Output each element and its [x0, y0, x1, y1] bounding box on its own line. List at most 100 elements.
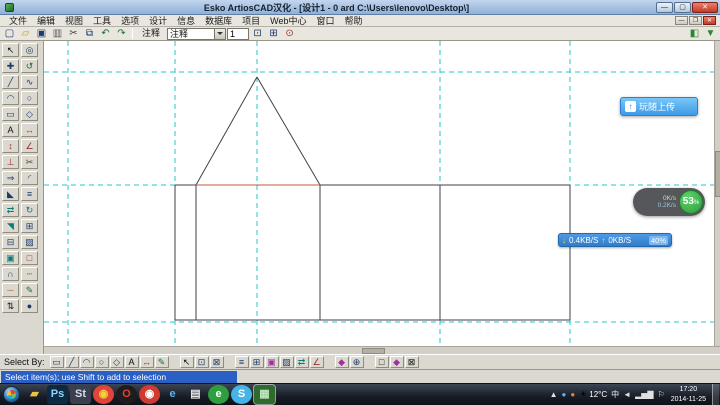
angle-dim-tool[interactable]: ∠: [21, 139, 38, 153]
mdi-minimize-button[interactable]: —: [675, 16, 688, 25]
taskbar-notepad[interactable]: ▤: [185, 385, 206, 404]
menu-item[interactable]: 项目: [237, 14, 265, 27]
dimension-v-tool[interactable]: ↕: [2, 139, 19, 153]
start-button[interactable]: [0, 384, 22, 405]
select-window[interactable]: ⊡: [195, 356, 209, 368]
select-by-arc[interactable]: ◠: [80, 356, 94, 368]
zoom-extents-icon[interactable]: ⊡: [250, 27, 265, 40]
select-group[interactable]: ⊞: [250, 356, 264, 368]
chamfer-tool[interactable]: ◣: [2, 187, 19, 201]
horizontal-scrollbar[interactable]: [44, 346, 720, 354]
menu-item[interactable]: Web中心: [265, 14, 311, 27]
offset-tool[interactable]: ≡: [21, 187, 38, 201]
chevron-down-icon[interactable]: [214, 29, 225, 39]
rebuild-tool[interactable]: ↺: [21, 59, 38, 73]
open-icon[interactable]: ▱: [18, 27, 33, 40]
select-by-line[interactable]: ╱: [65, 356, 79, 368]
polygon-tool[interactable]: ◇: [21, 107, 38, 121]
rectangle-tool[interactable]: ▭: [2, 107, 19, 121]
taskbar-chrome[interactable]: ◉: [93, 385, 114, 404]
mirror-tool[interactable]: ⇄: [2, 203, 19, 217]
arc-tool[interactable]: ◠: [2, 91, 19, 105]
menu-item[interactable]: 信息: [172, 14, 200, 27]
menu-item[interactable]: 数据库: [200, 14, 237, 27]
save-icon[interactable]: ▣: [34, 27, 49, 40]
menu-item[interactable]: 编辑: [32, 14, 60, 27]
measure-tool[interactable]: ⊥: [2, 155, 19, 169]
minimize-button[interactable]: —: [656, 2, 673, 13]
select-tool[interactable]: ↖: [2, 43, 19, 57]
menu-item[interactable]: 设计: [144, 14, 172, 27]
fill-tool[interactable]: ▣: [2, 251, 19, 265]
select-by-dimension[interactable]: ↔: [140, 356, 154, 368]
taskbar-opera[interactable]: O: [116, 385, 137, 404]
mdi-restore-button[interactable]: ❐: [689, 16, 702, 25]
group-tool[interactable]: ⊞: [21, 219, 38, 233]
properties-tool[interactable]: ✎: [21, 283, 38, 297]
tray-hidden-icons[interactable]: ▲: [550, 391, 558, 399]
tray-app-orange[interactable]: ●: [570, 391, 575, 399]
select-mirror[interactable]: ⇄: [295, 356, 309, 368]
select-angle[interactable]: ∠: [310, 356, 324, 368]
drawing-canvas[interactable]: [44, 41, 714, 346]
maximize-button[interactable]: ▢: [674, 2, 691, 13]
taskbar-ie[interactable]: e: [162, 385, 183, 404]
menu-item[interactable]: 选项: [116, 14, 144, 27]
select-crossing[interactable]: ⊠: [210, 356, 224, 368]
layer-button[interactable]: 注释: [136, 27, 166, 40]
select-box[interactable]: □: [375, 356, 389, 368]
fillet-tool[interactable]: ◜: [21, 171, 38, 185]
mdi-close-button[interactable]: ✕: [703, 16, 716, 25]
taskbar-explorer[interactable]: ▰: [24, 385, 45, 404]
taskbar-photoshop[interactable]: Ps: [47, 385, 68, 404]
select-exclude[interactable]: ⊠: [405, 356, 419, 368]
more-tools[interactable]: ●: [21, 299, 38, 313]
titlebar[interactable]: Esko ArtiosCAD汉化 - [设计1 - 0 ard C:\Users…: [0, 0, 720, 15]
progress-percent-badge[interactable]: 53 %: [679, 190, 703, 214]
tray-ime[interactable]: 中: [611, 391, 619, 399]
taskbar-skype[interactable]: S: [231, 385, 252, 404]
line-tool[interactable]: ╱: [2, 75, 19, 89]
taskbar-artioscad[interactable]: ▦: [254, 385, 275, 404]
output-icon[interactable]: ▼: [703, 27, 718, 40]
3d-view-icon[interactable]: ◧: [687, 27, 702, 40]
bridge-tool[interactable]: ∩: [2, 267, 19, 281]
select-by-annotation[interactable]: ✎: [155, 356, 169, 368]
accelerator-overlay[interactable]: 0K/s 0.2K/s 53 %: [633, 188, 705, 216]
new-icon[interactable]: ▢: [2, 27, 17, 40]
select-layer[interactable]: ≡: [235, 356, 249, 368]
redo-icon[interactable]: ↷: [114, 27, 129, 40]
show-desktop-button[interactable]: [712, 384, 719, 405]
perforation-tool[interactable]: ┄: [21, 267, 38, 281]
taskbar-qq[interactable]: e: [208, 385, 229, 404]
select-designs[interactable]: ◆: [335, 356, 349, 368]
drawing-area[interactable]: ↑ 玩随上传 0K/s 0.2K/s 53 % ↓ 0.4KB/S ↑ 0KB/…: [44, 41, 714, 346]
extend-tool[interactable]: ⇒: [2, 171, 19, 185]
circle-tool[interactable]: ○: [21, 91, 38, 105]
select-by-rect[interactable]: ▭: [50, 356, 64, 368]
tray-flag[interactable]: ⚐: [658, 391, 665, 399]
menu-item[interactable]: 视图: [60, 14, 88, 27]
erase-tool[interactable]: □: [21, 251, 38, 265]
select-by-text[interactable]: A: [125, 356, 139, 368]
menu-item[interactable]: 文件: [4, 14, 32, 27]
scale-tool[interactable]: ◥: [2, 219, 19, 233]
menu-item[interactable]: 工具: [88, 14, 116, 27]
copy-icon[interactable]: ⧉: [82, 27, 97, 40]
ungroup-tool[interactable]: ⊟: [2, 235, 19, 249]
rotate-tool[interactable]: ↻: [21, 203, 38, 217]
scale-field[interactable]: [227, 28, 249, 40]
select-diamond[interactable]: ◆: [390, 356, 404, 368]
pan-tool[interactable]: ✚: [2, 59, 19, 73]
select-pointer[interactable]: ↖: [180, 356, 194, 368]
clock[interactable]: 17:20 2014-11-25: [669, 385, 708, 404]
annotation-layer-combo[interactable]: 注释: [167, 28, 226, 40]
crease-tool[interactable]: ─: [2, 283, 19, 297]
trim-tool[interactable]: ✂: [21, 155, 38, 169]
vertical-scrollbar-thumb[interactable]: [715, 151, 720, 197]
tray-app-blue[interactable]: ●: [562, 391, 567, 399]
snap-icon[interactable]: ⊙: [282, 27, 297, 40]
taskbar-st[interactable]: St: [70, 385, 91, 404]
select-fill[interactable]: ▣: [265, 356, 279, 368]
print-icon[interactable]: ▥: [50, 27, 65, 40]
